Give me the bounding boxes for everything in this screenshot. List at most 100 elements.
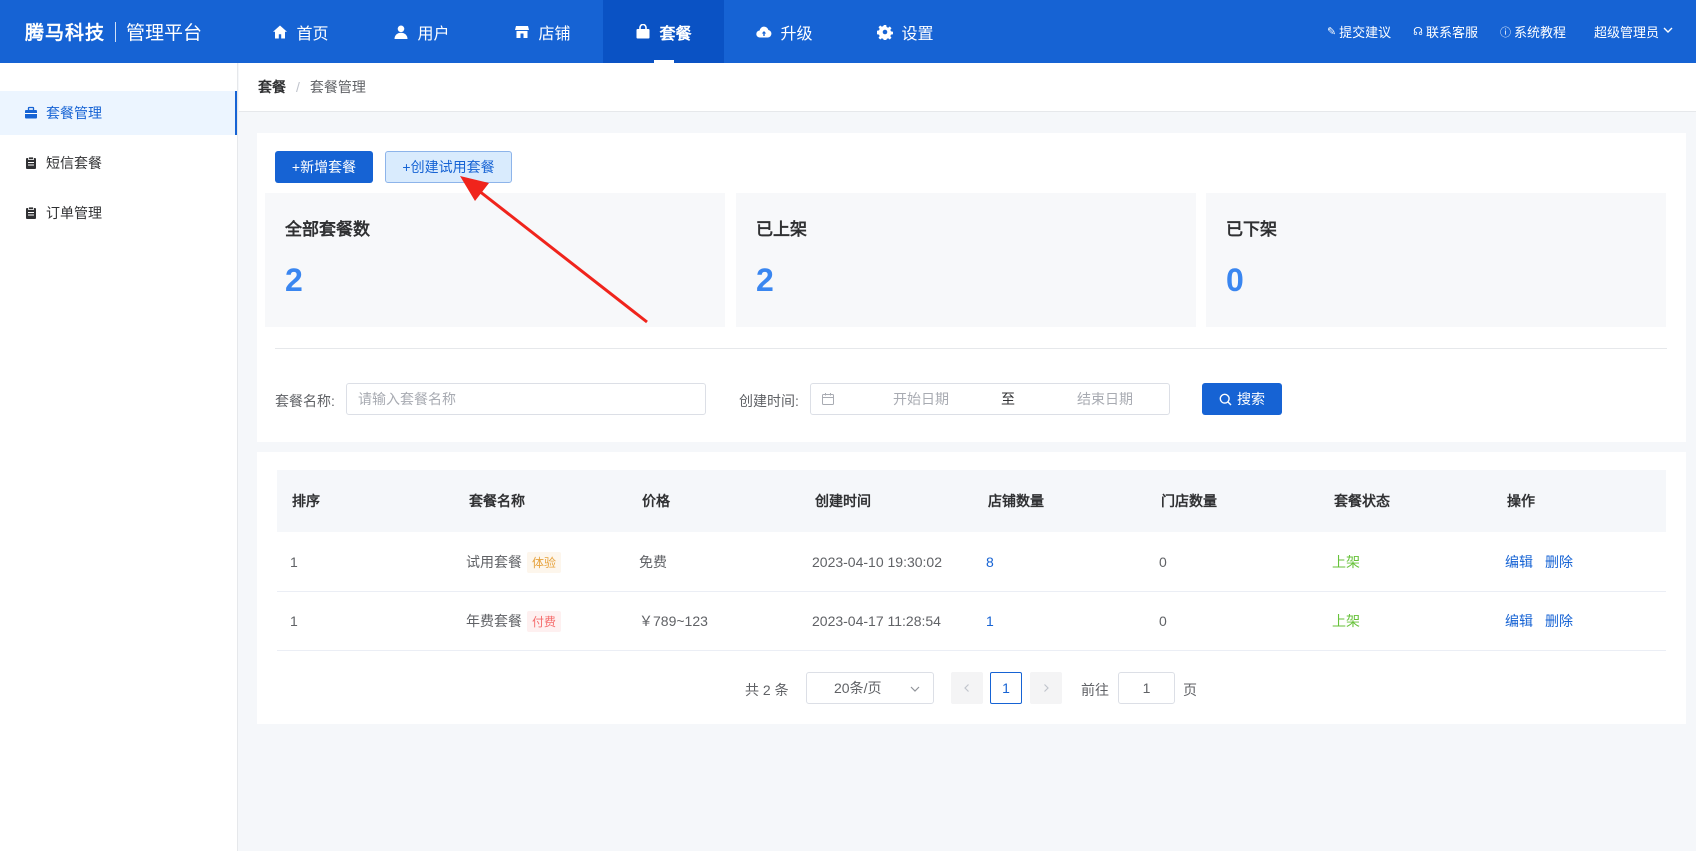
- th-name: 套餐名称: [469, 493, 525, 509]
- user-icon: [393, 24, 409, 40]
- service-link[interactable]: ☊ 联系客服: [1413, 22, 1478, 41]
- page-size-value: 20条/页: [834, 680, 882, 696]
- cell-order: 1: [290, 613, 298, 629]
- nav-home-label: 首页: [296, 25, 329, 43]
- edit-button[interactable]: 编辑: [1505, 554, 1533, 570]
- package-table-card: 排序 套餐名称 价格 创建时间 店铺数量 门店数量 套餐状态 操作 1 试用套餐…: [257, 452, 1686, 724]
- tutorial-label: 系统教程: [1513, 25, 1566, 40]
- package-name: 年费套餐: [466, 612, 522, 629]
- cloud-upload-icon: [756, 24, 772, 40]
- date-range-separator: 至: [1001, 391, 1015, 407]
- package-tag: 体验: [527, 551, 562, 573]
- breadcrumb-level2: 套餐管理: [309, 79, 366, 95]
- edit-icon: ✎: [1326, 26, 1337, 38]
- sidebar-item-orders[interactable]: 订单管理: [0, 191, 237, 235]
- cell-actions: 编辑 删除: [1505, 552, 1585, 572]
- cell-stores[interactable]: 1: [986, 613, 994, 629]
- date-range-picker[interactable]: 开始日期 至 结束日期: [810, 383, 1170, 415]
- sidebar-item-sms[interactable]: 短信套餐: [0, 141, 237, 185]
- nav-upgrade[interactable]: 升级: [724, 0, 845, 63]
- brand-platform: 管理平台: [126, 23, 203, 44]
- headset-icon: ☊: [1413, 26, 1423, 38]
- edit-button[interactable]: 编辑: [1505, 613, 1533, 629]
- table-row: 1 年费套餐 付费 ￥789~123 2023-04-17 11:28:54 1 …: [277, 592, 1666, 651]
- package-name: 试用套餐: [466, 553, 522, 570]
- cell-status: 上架: [1332, 613, 1360, 629]
- goto-page-input[interactable]: 1: [1118, 672, 1175, 704]
- sidebar-item-packages[interactable]: 套餐管理: [0, 91, 237, 135]
- summary-card: +新增套餐 +创建试用套餐 全部套餐数 2 已上架 2 已下架 0 套餐名称: …: [257, 133, 1686, 442]
- delete-button[interactable]: 删除: [1545, 613, 1573, 629]
- th-order: 排序: [292, 493, 320, 509]
- home-icon: [272, 24, 288, 40]
- chevron-left-icon: [962, 680, 972, 696]
- next-page-button[interactable]: [1030, 672, 1062, 704]
- table-row: 1 试用套餐 体验 免费 2023-04-10 19:30:02 8 0 上架 编…: [277, 533, 1666, 592]
- chevron-down-icon: [1662, 24, 1674, 39]
- table-header: 排序 套餐名称 价格 创建时间 店铺数量 门店数量 套餐状态 操作: [277, 470, 1666, 532]
- nav-stores-label: 店铺: [538, 25, 571, 43]
- goto-label: 前往: [1081, 682, 1109, 698]
- brand-company: 腾马科技: [25, 23, 106, 44]
- service-label: 联系客服: [1425, 25, 1478, 40]
- prev-page-button[interactable]: [951, 672, 983, 704]
- suggest-link[interactable]: ✎ 提交建议: [1327, 22, 1391, 41]
- chevron-right-icon: [1041, 680, 1051, 696]
- stat-total-value: 2: [285, 262, 303, 298]
- cell-stores[interactable]: 8: [986, 554, 994, 570]
- time-filter-label: 创建时间:: [739, 393, 799, 409]
- store-icon: [514, 24, 530, 40]
- tutorial-link[interactable]: ⓘ 系统教程: [1500, 22, 1566, 41]
- search-button[interactable]: 搜索: [1202, 383, 1282, 415]
- nav-settings-label: 设置: [901, 25, 934, 43]
- package-name-input[interactable]: 请输入套餐名称: [346, 383, 706, 415]
- breadcrumb: 套餐 / 套餐管理: [239, 63, 1696, 112]
- suggest-label: 提交建议: [1339, 25, 1392, 40]
- th-stores: 店铺数量: [988, 493, 1044, 509]
- stat-listed-value: 2: [756, 262, 774, 298]
- cell-order: 1: [290, 554, 298, 570]
- th-actions: 操作: [1507, 493, 1535, 509]
- cell-name: 试用套餐 体验: [466, 551, 562, 573]
- add-package-button[interactable]: +新增套餐: [275, 151, 373, 183]
- clipboard-icon: [24, 206, 38, 220]
- divider: [275, 348, 1667, 349]
- admin-dropdown[interactable]: 超级管理员: [1594, 22, 1674, 41]
- package-name-placeholder: 请输入套餐名称: [358, 391, 456, 407]
- brand-separator: [115, 21, 117, 42]
- cell-price: 免费: [639, 554, 667, 570]
- clipboard-icon: [24, 156, 38, 170]
- main-menu: 首页 用户 店铺 套餐 升级 设置: [240, 0, 966, 63]
- nav-stores[interactable]: 店铺: [482, 0, 603, 63]
- sidebar: 套餐管理 短信套餐 订单管理: [0, 63, 238, 851]
- delete-button[interactable]: 删除: [1545, 554, 1573, 570]
- pagination-total: 共 2 条: [745, 682, 789, 698]
- nav-settings[interactable]: 设置: [845, 0, 966, 63]
- briefcase-icon: [24, 106, 38, 120]
- bag-icon: [635, 23, 651, 40]
- cell-price: ￥789~123: [639, 613, 708, 629]
- page-current[interactable]: 1: [990, 672, 1022, 704]
- nav-home[interactable]: 首页: [240, 0, 361, 63]
- cell-actions: 编辑 删除: [1505, 611, 1585, 631]
- create-trial-package-button[interactable]: +创建试用套餐: [385, 151, 512, 183]
- search-button-label: 搜索: [1237, 391, 1265, 407]
- stat-total-label: 全部套餐数: [285, 220, 370, 239]
- breadcrumb-level1[interactable]: 套餐: [258, 77, 286, 97]
- page-unit-label: 页: [1183, 682, 1197, 698]
- cell-status: 上架: [1332, 554, 1360, 570]
- cell-created: 2023-04-17 11:28:54: [812, 613, 941, 629]
- sidebar-item-label: 订单管理: [46, 205, 102, 221]
- start-date-input[interactable]: 开始日期: [871, 389, 971, 409]
- stat-listed-label: 已上架: [756, 220, 807, 239]
- nav-users[interactable]: 用户: [361, 0, 482, 63]
- name-filter-label: 套餐名称:: [275, 393, 335, 409]
- nav-packages[interactable]: 套餐: [603, 0, 724, 63]
- calendar-icon: [821, 392, 835, 406]
- stat-total: 全部套餐数 2: [265, 193, 725, 327]
- info-icon: ⓘ: [1499, 26, 1511, 39]
- stat-listed: 已上架 2: [736, 193, 1196, 327]
- end-date-input[interactable]: 结束日期: [1055, 389, 1155, 409]
- package-tag: 付费: [527, 610, 562, 632]
- page-size-select[interactable]: 20条/页: [806, 672, 934, 704]
